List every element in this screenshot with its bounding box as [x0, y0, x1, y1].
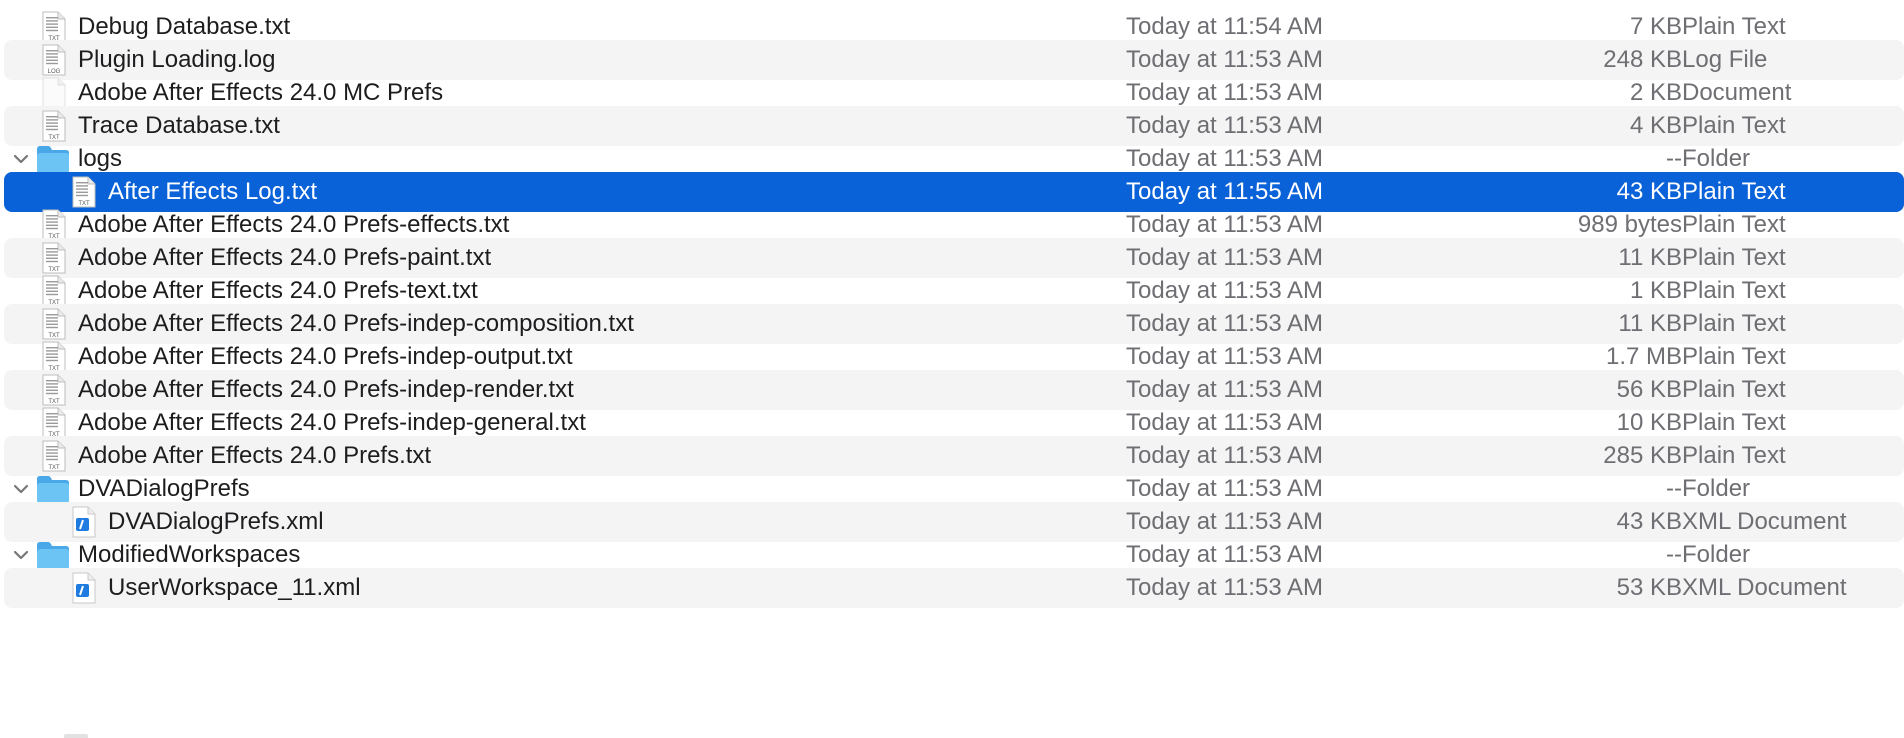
txt-file-icon: TXT: [38, 209, 68, 241]
xml-file-icon: [68, 506, 98, 538]
partial-file-icon: [64, 734, 88, 738]
txt-file-icon: TXT: [38, 374, 68, 406]
txt-file-icon: TXT: [38, 440, 68, 472]
chevron-down-icon[interactable]: [12, 547, 30, 563]
txt-file-icon: TXT: [38, 341, 68, 373]
xml-file-icon: [68, 572, 98, 604]
txt-file-icon: TXT: [38, 308, 68, 340]
blank-document-icon: [38, 77, 68, 109]
folder-icon: [36, 540, 70, 570]
txt-file-icon: TXT: [38, 242, 68, 274]
file-list: TXT Debug Database.txt Today at 11:54 AM 7 …: [0, 0, 1904, 738]
folder-icon: [36, 144, 70, 174]
file-row[interactable]: UserWorkspace_11.xml Today at 11:53 AM 53 …: [4, 568, 1904, 608]
txt-file-icon: TXT: [38, 110, 68, 142]
file-size: 53 KB: [1616, 574, 1682, 601]
folder-icon: [36, 474, 70, 504]
txt-file-icon: TXT: [68, 176, 98, 208]
txt-file-icon: TXT: [38, 407, 68, 439]
txt-file-icon: TXT: [38, 11, 68, 43]
chevron-down-icon[interactable]: [12, 481, 30, 497]
txt-file-icon: TXT: [38, 275, 68, 307]
file-kind: XML Document: [1682, 574, 1847, 601]
date-modified: Today at 11:53 AM: [1126, 574, 1324, 601]
log-file-icon: LOG: [38, 44, 68, 76]
file-name: UserWorkspace_11.xml: [108, 574, 361, 601]
chevron-down-icon[interactable]: [12, 151, 30, 167]
